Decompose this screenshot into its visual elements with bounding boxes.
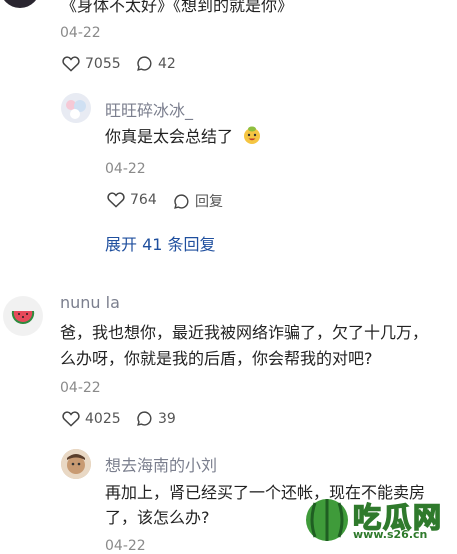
comment-date: 04-22: [60, 380, 101, 396]
watermark-logo: 吃瓜网 www.s26.cn: [305, 498, 455, 542]
reply-button[interactable]: 回复: [173, 191, 223, 211]
comment-bubble-icon: [137, 56, 152, 71]
like-button[interactable]: 4025: [62, 410, 121, 427]
username[interactable]: nunu la: [60, 293, 120, 312]
reply-date: 04-22: [105, 538, 146, 554]
heart-icon: [107, 192, 125, 208]
laughing-emoji-icon: [244, 126, 261, 144]
reply-label: 回复: [195, 194, 223, 210]
username[interactable]: 旺旺碎冰冰_: [105, 97, 193, 121]
like-button[interactable]: 764: [107, 191, 157, 208]
watermelon-logo-icon: [306, 499, 348, 541]
reply-count: 39: [158, 410, 176, 427]
like-button[interactable]: 7055: [62, 55, 121, 72]
comment-bubble-icon: [137, 411, 152, 426]
like-count: 7055: [85, 55, 121, 72]
like-count: 764: [130, 191, 157, 208]
username[interactable]: 想去海南的小刘: [105, 452, 217, 476]
watermelon-icon: [11, 311, 35, 325]
comment-text: 《身体不太好》《想到的就是你》: [61, 0, 294, 15]
reply-button[interactable]: 39: [136, 410, 176, 427]
heart-icon: [62, 56, 80, 72]
avatar[interactable]: [3, 296, 43, 336]
expand-replies-link[interactable]: 展开 41 条回复: [105, 231, 216, 255]
avatar-image: [61, 93, 91, 123]
avatar[interactable]: [61, 449, 91, 479]
heart-icon: [62, 411, 80, 427]
reply-text-content: 你真是太会总结了: [105, 127, 234, 146]
avatar[interactable]: [0, 0, 40, 8]
like-count: 4025: [85, 410, 121, 427]
comment-date: 04-22: [60, 25, 101, 41]
avatar-image: [61, 449, 91, 479]
reply-text: 你真是太会总结了: [105, 122, 262, 152]
reply-text-line: 了，该怎么办?: [105, 508, 210, 527]
reply-date: 04-22: [105, 161, 146, 177]
reply-button[interactable]: 42: [136, 55, 176, 72]
reply-count: 42: [158, 55, 176, 72]
avatar[interactable]: [61, 93, 91, 123]
watermark-url: www.s26.cn: [353, 528, 428, 541]
comment-bubble-icon: [174, 193, 189, 209]
comment-text-line: 么办呀，你就是我的后盾，你会帮我的对吧?: [60, 349, 373, 368]
